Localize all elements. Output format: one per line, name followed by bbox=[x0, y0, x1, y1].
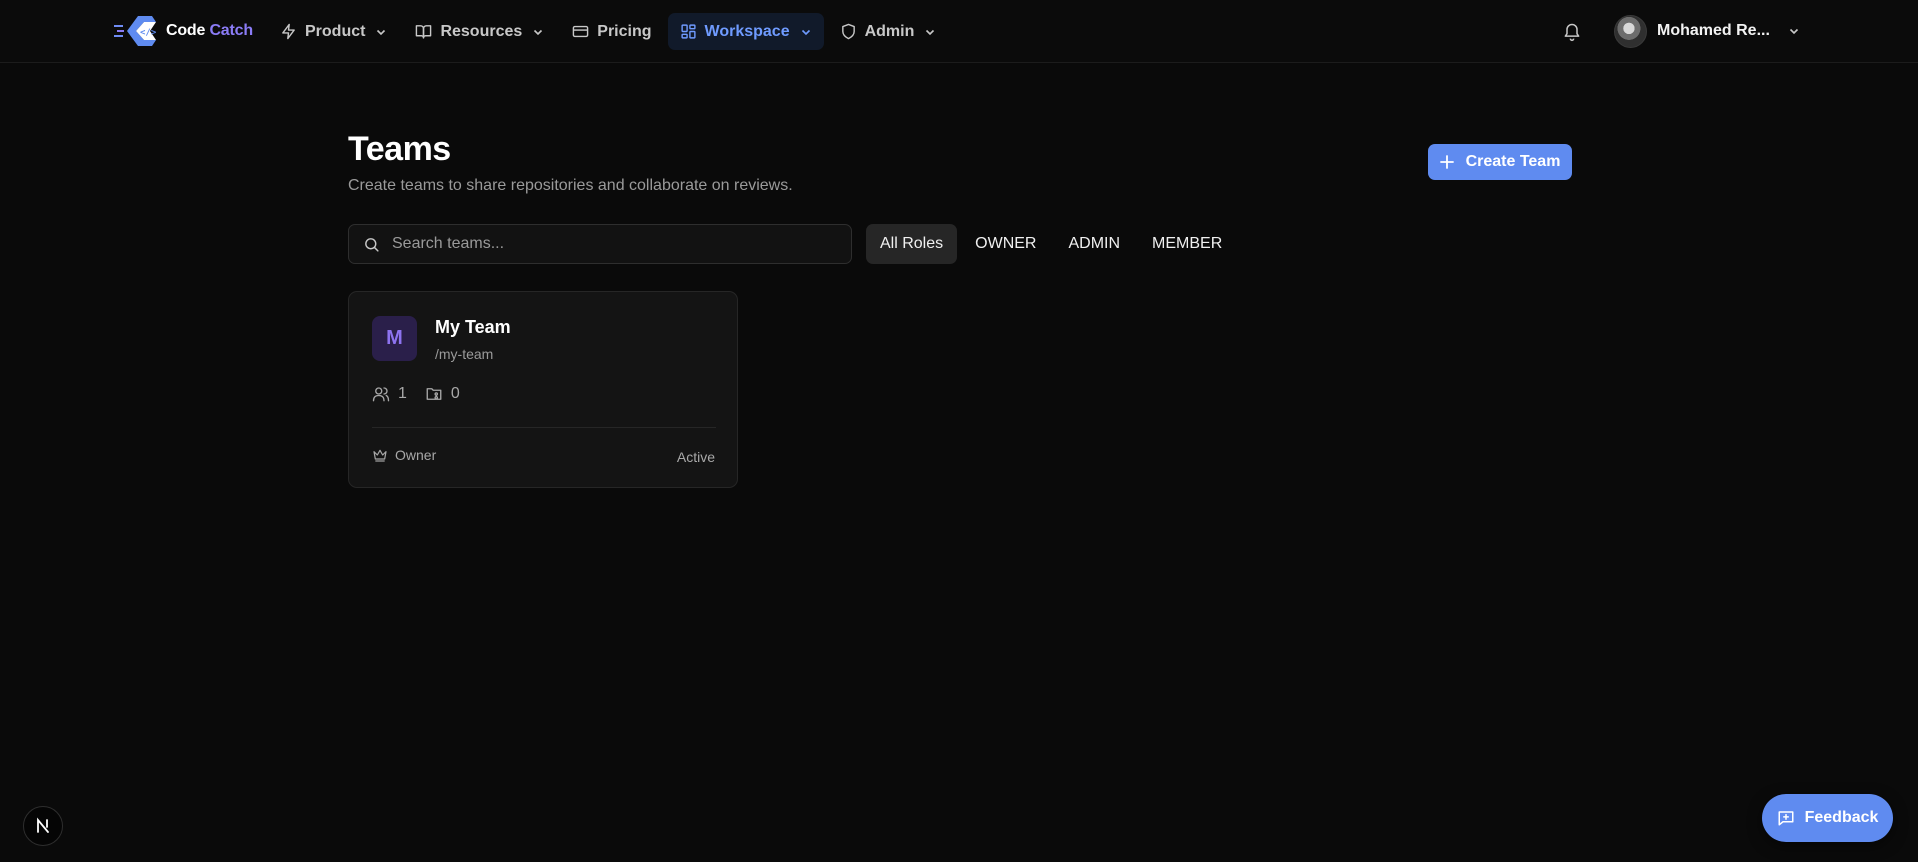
plus-icon bbox=[1439, 155, 1454, 169]
page-title: Teams bbox=[348, 130, 451, 168]
create-team-label: Create Team bbox=[1465, 153, 1561, 170]
nav-item-resources[interactable]: Resources bbox=[403, 13, 556, 50]
nav-item-product[interactable]: Product bbox=[268, 13, 399, 50]
nav-item-label: Admin bbox=[864, 22, 915, 40]
chevron-down-icon bbox=[801, 29, 810, 35]
credit-card-icon bbox=[572, 25, 589, 38]
search-box bbox=[348, 224, 852, 264]
team-name: My Team bbox=[435, 317, 511, 337]
code-catch-logo-icon: </> bbox=[114, 16, 157, 46]
shield-icon bbox=[841, 23, 855, 40]
nav-item-pricing[interactable]: Pricing bbox=[560, 13, 663, 50]
feedback-label: Feedback bbox=[1804, 809, 1879, 826]
nav-item-workspace[interactable]: Workspace bbox=[667, 13, 824, 50]
svg-text:</>: </> bbox=[140, 28, 157, 38]
avatar bbox=[1614, 14, 1647, 48]
brand-logo-link[interactable]: </> Code Catch bbox=[114, 13, 253, 49]
status-badge: Active bbox=[676, 449, 715, 465]
zap-icon bbox=[282, 23, 295, 40]
chevron-down-icon bbox=[926, 29, 935, 35]
user-name: Mohamed Re... bbox=[1657, 22, 1770, 39]
team-avatar: M bbox=[372, 316, 417, 361]
nav-item-label: Resources bbox=[440, 22, 523, 40]
page-subtitle: Create teams to share repositories and c… bbox=[348, 177, 793, 194]
nav-item-label: Pricing bbox=[597, 22, 652, 40]
role-filter-tabs: All Roles OWNER ADMIN MEMBER bbox=[866, 224, 1236, 264]
team-card[interactable]: M My Team /my-team 1 0 Owner Active bbox=[348, 291, 738, 488]
brand-name: Code Catch bbox=[166, 22, 253, 39]
member-count: 1 bbox=[372, 385, 407, 403]
team-role: Owner bbox=[372, 447, 436, 463]
card-divider bbox=[372, 427, 716, 428]
nextjs-logo-icon bbox=[37, 817, 49, 833]
users-icon bbox=[372, 387, 390, 402]
repository-count: 0 bbox=[425, 385, 460, 403]
role-tab-member[interactable]: MEMBER bbox=[1138, 224, 1236, 264]
message-square-plus-icon bbox=[1778, 811, 1794, 826]
chevron-down-icon bbox=[1789, 28, 1798, 35]
layout-grid-icon bbox=[680, 24, 696, 39]
user-menu[interactable]: Mohamed Re... bbox=[1614, 13, 1800, 49]
team-slug: /my-team bbox=[435, 346, 494, 362]
nav-item-label: Product bbox=[305, 22, 366, 40]
role-tab-owner[interactable]: OWNER bbox=[961, 224, 1050, 264]
team-role-label: Owner bbox=[395, 447, 437, 463]
search-icon bbox=[365, 237, 379, 252]
crown-icon bbox=[373, 449, 387, 462]
nextjs-dev-badge[interactable] bbox=[23, 806, 63, 846]
chevron-down-icon bbox=[377, 29, 386, 35]
member-count-value: 1 bbox=[398, 385, 407, 402]
team-stats: 1 0 bbox=[372, 384, 460, 404]
book-open-icon bbox=[416, 25, 432, 39]
chevron-down-icon bbox=[534, 29, 543, 35]
create-team-button[interactable]: Create Team bbox=[1428, 144, 1572, 180]
feedback-button[interactable]: Feedback bbox=[1762, 794, 1893, 842]
bell-icon[interactable] bbox=[1562, 22, 1582, 42]
main-nav: Product Resources Pricing Workspace Admi… bbox=[268, 13, 948, 50]
top-navigation-bar: </> Code Catch Product Resources Pricing… bbox=[0, 0, 1918, 63]
search-input[interactable] bbox=[392, 235, 832, 253]
nav-item-admin[interactable]: Admin bbox=[828, 13, 949, 50]
role-tab-all[interactable]: All Roles bbox=[866, 224, 958, 264]
nav-item-label: Workspace bbox=[704, 22, 790, 40]
repository-count-value: 0 bbox=[450, 385, 460, 402]
role-tab-admin[interactable]: ADMIN bbox=[1054, 224, 1134, 264]
folder-git-icon bbox=[426, 388, 442, 400]
